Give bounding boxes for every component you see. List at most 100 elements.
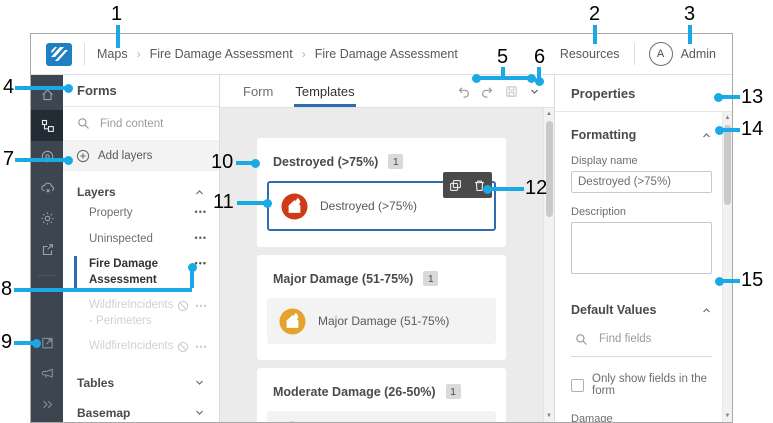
open-in-new-icon[interactable]: [31, 327, 63, 358]
moderate-damage-template-icon: [287, 420, 298, 422]
field-maps-designer-window: Maps › Fire Damage Assessment › Fire Dam…: [30, 33, 733, 423]
home-icon[interactable]: [31, 79, 63, 110]
callout-1-number: 1: [111, 3, 123, 25]
scroll-down-icon[interactable]: ▼: [725, 412, 731, 420]
collapse-sidebar-icon[interactable]: [31, 389, 63, 420]
layer-row-uninspected[interactable]: Uninspected •••: [63, 227, 219, 253]
template-card-actions: [443, 172, 492, 198]
search-icon: [576, 333, 587, 345]
chevron-down-icon: [196, 410, 203, 416]
damage-field-label: Damage: [571, 413, 613, 422]
layer-options-icon[interactable]: •••: [195, 233, 207, 243]
layer-row-property[interactable]: Property •••: [63, 201, 219, 227]
checkbox-label: Only show fields in the form: [592, 373, 708, 397]
find-fields-search[interactable]: [571, 317, 712, 357]
template-count-badge: 1: [423, 271, 439, 286]
scrollbar-thumb[interactable]: [724, 125, 731, 205]
add-layers-button[interactable]: Add layers: [63, 141, 219, 171]
scroll-up-icon[interactable]: ▲: [725, 114, 731, 122]
layers-section-label: Layers: [77, 185, 116, 200]
breadcrumb-maps[interactable]: Maps: [97, 47, 128, 61]
header-right: Resources A Admin: [560, 42, 716, 66]
feedback-icon[interactable]: [31, 358, 63, 389]
basemap-section-label: Basemap: [77, 405, 131, 420]
chevron-up-icon: [196, 189, 203, 194]
layer-options-icon[interactable]: •••: [195, 342, 207, 352]
layers-section-header[interactable]: Layers: [63, 183, 219, 201]
properties-scrollbar[interactable]: ▲ ▼: [722, 112, 732, 422]
find-content-input[interactable]: [98, 116, 203, 131]
template-card-major-damage[interactable]: Major Damage (51-75%): [267, 298, 496, 344]
scroll-down-icon[interactable]: ▼: [546, 412, 552, 420]
chevron-down-icon[interactable]: [528, 85, 541, 98]
layer-options-icon[interactable]: •••: [195, 208, 207, 217]
formatting-section-label: Formatting: [571, 128, 637, 142]
tables-section-header[interactable]: Tables: [63, 374, 219, 392]
callout-4-number: 4: [3, 76, 15, 98]
only-show-fields-checkbox-row[interactable]: Only show fields in the form: [571, 373, 712, 397]
template-card-moderate-damage[interactable]: Moderate Damage (26-50%): [267, 411, 496, 422]
breadcrumb-map-name[interactable]: Fire Damage Assessment: [150, 47, 293, 61]
template-group-destroyed: Destroyed (>75%) 1 Destroyed (>75%): [257, 138, 506, 247]
template-group-title: Destroyed (>75%): [273, 154, 379, 169]
layer-row-fire-damage-assessment[interactable]: Fire Damage Assessment •••: [63, 252, 219, 293]
sidebar-divider: [38, 275, 56, 276]
add-layers-label: Add layers: [98, 150, 153, 162]
layer-name: Fire Damage Assessment: [89, 258, 159, 286]
layer-options-icon[interactable]: •••: [195, 301, 207, 311]
delete-icon[interactable]: [469, 174, 491, 196]
geofence-icon[interactable]: [31, 141, 63, 172]
avatar[interactable]: A: [648, 42, 673, 66]
redo-icon[interactable]: [480, 84, 495, 99]
callout-3-number: 3: [684, 3, 696, 25]
template-group-title: Major Damage (51-75%): [273, 271, 414, 286]
template-card-label: Major Damage (51-75%): [318, 314, 450, 328]
display-name-input[interactable]: [571, 171, 712, 193]
user-name[interactable]: Admin: [681, 47, 716, 61]
share-icon[interactable]: [31, 234, 63, 265]
layer-options-icon[interactable]: •••: [195, 259, 207, 268]
tab-form[interactable]: Form: [242, 75, 274, 107]
properties-panel-title: Properties: [555, 75, 732, 112]
scrollbar-thumb[interactable]: [545, 121, 553, 217]
scroll-up-icon[interactable]: ▲: [546, 110, 552, 118]
find-content-search[interactable]: [63, 107, 219, 141]
callout-14-number: 14: [741, 118, 764, 140]
default-values-section-label: Default Values: [571, 303, 657, 317]
basemap-section-header[interactable]: Basemap: [63, 404, 219, 422]
forms-icon[interactable]: [31, 110, 63, 141]
formatting-section-header[interactable]: Formatting: [571, 128, 712, 142]
template-card-label: Destroyed (>75%): [320, 199, 418, 213]
breadcrumb: Maps › Fire Damage Assessment › Fire Dam…: [97, 47, 458, 61]
duplicate-icon[interactable]: [445, 174, 467, 196]
settings-icon[interactable]: [31, 203, 63, 234]
layer-row-wildfire-perimeters[interactable]: WildfireIncidents - Perimeters •••: [63, 293, 219, 334]
tab-templates[interactable]: Templates: [294, 75, 356, 107]
templates-panel: Form Templates Destroyed (>75%) 1 Destro…: [220, 75, 554, 422]
find-fields-input[interactable]: [597, 332, 697, 346]
display-name-label: Display name: [571, 155, 638, 167]
major-damage-template-icon: [279, 307, 306, 335]
offline-areas-icon[interactable]: [31, 172, 63, 203]
app-sidebar: [31, 75, 63, 422]
forms-panel-title: Forms: [63, 75, 219, 107]
layer-name: WildfireIncidents - Perimeters: [89, 299, 174, 327]
description-input[interactable]: [571, 222, 712, 274]
breadcrumb-layer-name: Fire Damage Assessment: [314, 47, 458, 61]
save-icon[interactable]: [504, 84, 519, 99]
resources-link[interactable]: Resources: [560, 47, 620, 61]
default-values-section-header[interactable]: Default Values: [571, 303, 712, 317]
header-divider: [633, 43, 635, 65]
description-label: Description: [571, 206, 627, 218]
not-supported-icon: [178, 342, 189, 353]
undo-icon[interactable]: [456, 84, 471, 99]
search-icon: [78, 118, 89, 129]
checkbox-unchecked-icon[interactable]: [571, 378, 584, 392]
esri-logo[interactable]: [45, 42, 72, 66]
layer-row-wildfire-incidents[interactable]: WildfireIncidents •••: [63, 334, 219, 360]
callout-8-number: 8: [1, 278, 13, 300]
sidebar-bottom: [31, 327, 63, 422]
template-card-destroyed[interactable]: Destroyed (>75%): [267, 172, 496, 231]
templates-scrollbar[interactable]: ▲ ▼: [543, 108, 554, 422]
header-divider: [84, 43, 85, 65]
